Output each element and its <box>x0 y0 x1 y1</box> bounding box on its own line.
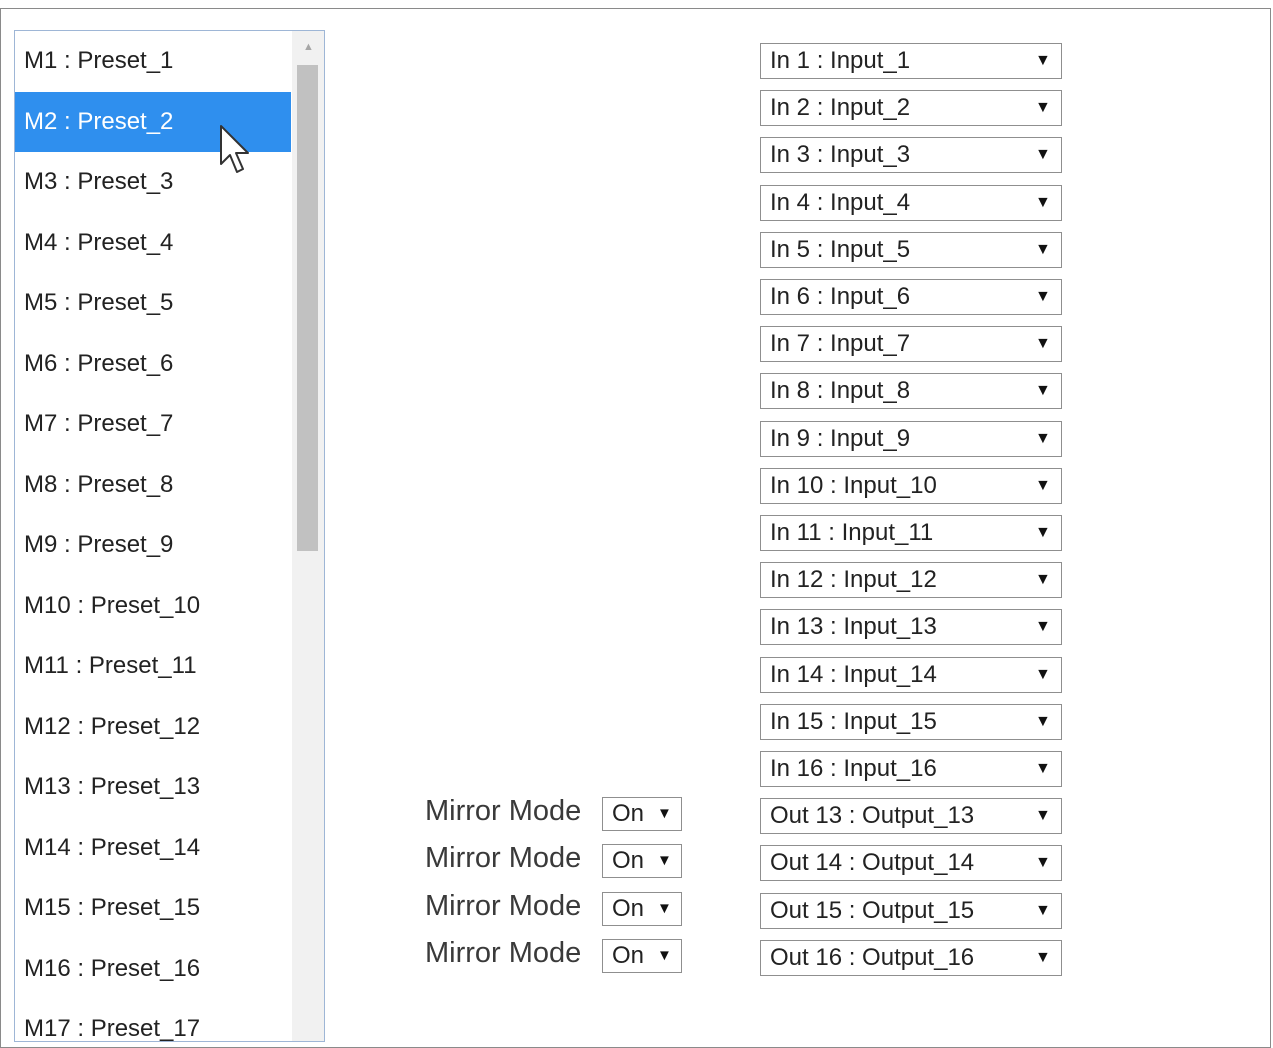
input-select[interactable]: In 10 : Input_10 ▼ <box>760 467 1062 504</box>
output-select[interactable]: Out 14 : Output_14 ▼ <box>760 845 1062 882</box>
mirror-mode-value: On <box>612 800 645 828</box>
preset-item[interactable]: M17 : Preset_17 <box>15 999 291 1041</box>
preset-item[interactable]: M16 : Preset_16 <box>15 939 291 1000</box>
preset-item[interactable]: M4 : Preset_4 <box>15 213 291 274</box>
dropdown-arrow-icon: ▼ <box>1035 948 1051 966</box>
preset-items: M1 : Preset_1 M2 : Preset_2 M3 : Preset_3 M… <box>15 31 291 1041</box>
input-select[interactable]: In 14 : Input_14 ▼ <box>760 656 1062 693</box>
select-value: In 12 : Input_12 <box>770 566 937 594</box>
input-select[interactable]: In 7 : Input_7 ▼ <box>760 326 1062 363</box>
preset-item[interactable]: M13 : Preset_13 <box>15 757 291 818</box>
dropdown-arrow-icon: ▼ <box>1035 193 1051 211</box>
dropdown-arrow-icon: ▼ <box>1035 901 1051 919</box>
dropdown-arrow-icon: ▼ <box>1035 854 1051 872</box>
input-select[interactable]: In 2 : Input_2 ▼ <box>760 90 1062 127</box>
dropdown-arrow-icon: ▼ <box>657 852 672 870</box>
input-select[interactable]: In 9 : Input_9 ▼ <box>760 420 1062 457</box>
mirror-mode-label: Mirror Mode <box>425 936 582 969</box>
select-value: In 7 : Input_7 <box>770 330 911 358</box>
select-value: In 10 : Input_10 <box>770 471 937 499</box>
mirror-mode-value: On <box>612 894 645 922</box>
preset-item[interactable]: M8 : Preset_8 <box>15 455 291 516</box>
dropdown-arrow-icon: ▼ <box>1035 665 1051 683</box>
dropdown-arrow-icon: ▼ <box>1035 618 1051 636</box>
select-value: In 1 : Input_1 <box>770 47 911 74</box>
preset-listbox[interactable]: M1 : Preset_1 M2 : Preset_2 M3 : Preset_3 M… <box>14 30 325 1042</box>
input-select[interactable]: In 13 : Input_13 ▼ <box>760 609 1062 646</box>
dropdown-arrow-icon: ▼ <box>657 805 672 823</box>
select-value: Out 13 : Output_13 <box>770 802 975 830</box>
select-value: In 8 : Input_8 <box>770 377 911 405</box>
preset-item[interactable]: M6 : Preset_6 <box>15 334 291 395</box>
mirror-mode-select[interactable]: On ▼ <box>602 891 682 926</box>
preset-item[interactable]: M14 : Preset_14 <box>15 818 291 879</box>
select-value: In 16 : Input_16 <box>770 755 937 782</box>
select-value: In 5 : Input_5 <box>770 235 911 263</box>
mirror-mode-select[interactable]: On ▼ <box>602 844 682 879</box>
select-value: In 2 : Input_2 <box>770 94 911 122</box>
dropdown-arrow-icon: ▼ <box>1035 712 1051 730</box>
dropdown-arrow-icon: ▼ <box>1035 146 1051 164</box>
select-value: In 11 : Input_11 <box>770 519 934 546</box>
input-select[interactable]: In 16 : Input_16 ▼ <box>760 751 1062 787</box>
select-value: In 15 : Input_15 <box>770 707 937 735</box>
dropdown-arrow-icon: ▼ <box>1035 288 1051 305</box>
input-select[interactable]: In 12 : Input_12 ▼ <box>760 562 1062 599</box>
mouse-pointer-icon <box>220 125 249 173</box>
dropdown-arrow-icon: ▼ <box>1035 760 1051 777</box>
output-select[interactable]: Out 13 : Output_13 ▼ <box>760 798 1062 835</box>
preset-item[interactable]: M9 : Preset_9 <box>15 515 291 576</box>
select-value: In 3 : Input_3 <box>770 141 911 169</box>
select-value: In 13 : Input_13 <box>770 613 937 641</box>
input-select[interactable]: In 6 : Input_6 ▼ <box>760 279 1062 315</box>
dropdown-arrow-icon: ▼ <box>1035 240 1051 258</box>
dropdown-arrow-icon: ▼ <box>1035 335 1051 353</box>
mirror-mode-label: Mirror Mode <box>425 795 582 828</box>
mirror-mode-value: On <box>612 847 645 875</box>
dropdown-arrow-icon: ▼ <box>1035 524 1051 541</box>
select-value: Out 15 : Output_15 <box>770 896 975 924</box>
preset-item[interactable]: M12 : Preset_12 <box>15 697 291 758</box>
select-value: In 14 : Input_14 <box>770 660 937 688</box>
mirror-mode-select[interactable]: On ▼ <box>602 938 682 973</box>
input-select[interactable]: In 3 : Input_3 ▼ <box>760 137 1062 174</box>
mirror-mode-value: On <box>612 941 645 969</box>
input-select[interactable]: In 11 : Input_11 ▼ <box>760 515 1062 551</box>
select-value: In 9 : Input_9 <box>770 424 911 452</box>
select-value: In 4 : Input_4 <box>770 188 911 216</box>
preset-item[interactable]: M11 : Preset_11 <box>15 636 291 697</box>
select-value: Out 14 : Output_14 <box>770 849 975 877</box>
dropdown-arrow-icon: ▼ <box>1035 382 1051 400</box>
dropdown-arrow-icon: ▼ <box>1035 99 1051 117</box>
mirror-mode-select[interactable]: On ▼ <box>602 797 682 832</box>
mirror-mode-label: Mirror Mode <box>425 889 582 922</box>
dropdown-arrow-icon: ▼ <box>657 899 672 917</box>
preset-item[interactable]: M7 : Preset_7 <box>15 394 291 455</box>
dropdown-arrow-icon: ▼ <box>1035 429 1051 447</box>
dropdown-arrow-icon: ▼ <box>657 946 672 964</box>
preset-item[interactable]: M1 : Preset_1 <box>15 31 291 92</box>
select-value: Out 16 : Output_16 <box>770 943 975 971</box>
scroll-up-arrow-icon[interactable]: ▲ <box>292 33 324 61</box>
mirror-mode-label: Mirror Mode <box>425 842 582 875</box>
preset-item[interactable]: M15 : Preset_15 <box>15 878 291 939</box>
preset-item[interactable]: M5 : Preset_5 <box>15 273 291 334</box>
dropdown-arrow-icon: ▼ <box>1035 807 1051 825</box>
preset-item[interactable]: M10 : Preset_10 <box>15 576 291 637</box>
dropdown-arrow-icon: ▼ <box>1035 52 1051 69</box>
output-select[interactable]: Out 16 : Output_16 ▼ <box>760 939 1062 976</box>
dropdown-arrow-icon: ▼ <box>1035 571 1051 589</box>
preset-list-scrollbar[interactable]: ▲ <box>292 31 324 1041</box>
input-select[interactable]: In 5 : Input_5 ▼ <box>760 231 1062 268</box>
input-select[interactable]: In 1 : Input_1 ▼ <box>760 43 1062 79</box>
select-value: In 6 : Input_6 <box>770 283 911 310</box>
input-select[interactable]: In 15 : Input_15 ▼ <box>760 703 1062 740</box>
scrollbar-thumb[interactable] <box>297 65 318 551</box>
input-select[interactable]: In 8 : Input_8 ▼ <box>760 373 1062 410</box>
input-select[interactable]: In 4 : Input_4 ▼ <box>760 184 1062 221</box>
output-select[interactable]: Out 15 : Output_15 ▼ <box>760 892 1062 929</box>
dropdown-arrow-icon: ▼ <box>1035 476 1051 494</box>
